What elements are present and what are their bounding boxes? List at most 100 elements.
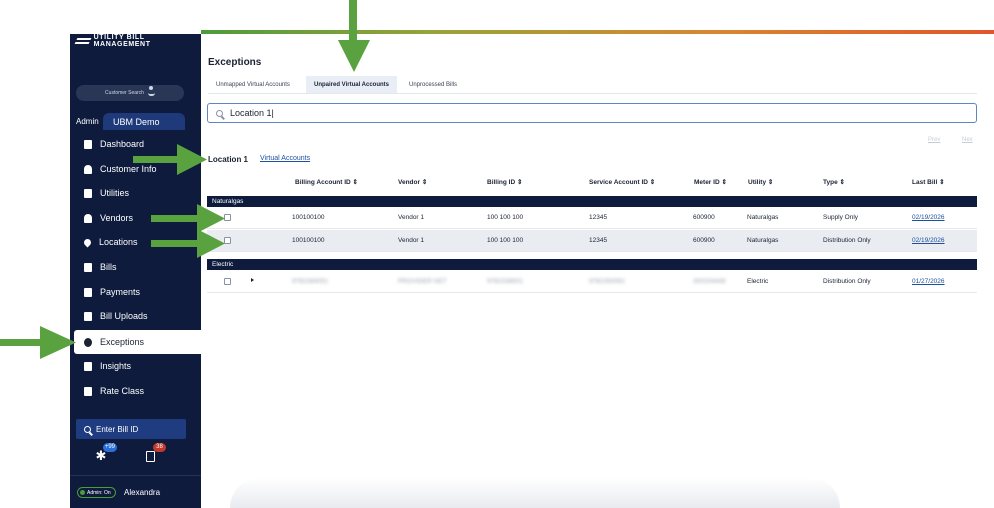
context-tab-ubm-demo[interactable]: UBM Demo: [103, 113, 185, 130]
sidebar-item-label: Payments: [100, 287, 141, 297]
tab-unmapped-virtual-accounts[interactable]: Unmapped Virtual Accounts: [208, 76, 298, 93]
location-title: Location 1: [208, 155, 249, 164]
cell-vendor: Vendor 1: [398, 237, 425, 244]
customer-search-button[interactable]: Customer Search: [76, 85, 184, 101]
cell-billing-id: 100 100 100: [487, 237, 524, 244]
bottom-overlay: [230, 478, 840, 508]
column-header-last-bill[interactable]: Last Bill ⇕: [912, 178, 945, 186]
dashboard-icon: [84, 139, 92, 149]
virtual-accounts-link[interactable]: Virtual Accounts: [260, 155, 310, 162]
user-icon: [84, 164, 92, 174]
row-checkbox[interactable]: [224, 237, 231, 244]
cell-service-account-id: 12345: [589, 214, 608, 221]
cell-meter-id: 300204448: [693, 278, 726, 285]
arrow-right-annotation: [151, 229, 225, 258]
bills-icon: [84, 262, 92, 272]
upload-icon: [84, 311, 92, 321]
vendors-icon: [84, 213, 92, 223]
sidebar-item-label: Bills: [100, 262, 117, 272]
cell-vendor: Vendor 1: [398, 214, 425, 221]
column-header-billing-id[interactable]: Billing ID ⇕: [487, 178, 522, 186]
sidebar-item-utilities[interactable]: Utilities: [70, 181, 201, 205]
notification-badge: +99: [102, 443, 117, 452]
row-checkbox[interactable]: [224, 278, 231, 285]
cell-billing-id: 9782338001: [487, 278, 524, 285]
cell-billing-id: 100 100 100: [487, 214, 524, 221]
user-search-icon: [147, 86, 155, 96]
alert-icon: [84, 337, 92, 347]
brand-header: UTILITY BILL MANAGEMENT: [70, 34, 201, 48]
cell-meter-id: 600900: [693, 214, 715, 221]
cell-billing-account-id: 9782384051: [292, 278, 329, 285]
cell-service-account-id: 12345: [589, 237, 608, 244]
notification-asterisk[interactable]: ✱ +99: [92, 443, 117, 464]
search-icon: [84, 425, 91, 433]
sidebar-item-bill-uploads[interactable]: Bill Uploads: [70, 304, 201, 328]
admin-status: Admin: On: [87, 489, 111, 496]
location-search-input[interactable]: [230, 108, 530, 118]
rate-class-icon: [84, 386, 92, 396]
search-icon: [216, 109, 223, 117]
cell-type: Supply Only: [823, 214, 859, 221]
expand-row-icon[interactable]: [251, 278, 254, 282]
arrow-down-annotation: [338, 0, 370, 72]
column-header-service-account-id[interactable]: Service Account ID ⇕: [589, 178, 655, 186]
table-row: 100100100 Vendor 1 100 100 100 12345 600…: [207, 207, 977, 229]
cell-billing-account-id: 100100100: [292, 214, 325, 221]
insights-icon: [84, 361, 92, 371]
status-dot: [80, 490, 85, 495]
sidebar-item-insights[interactable]: Insights: [70, 354, 201, 378]
sidebar-item-label: Locations: [99, 237, 138, 247]
utilities-icon: [84, 188, 92, 198]
tab-unpaired-virtual-accounts[interactable]: Unpaired Virtual Accounts: [306, 76, 398, 93]
column-header-vendor[interactable]: Vendor ⇕: [398, 178, 427, 186]
customer-search-label: Customer Search: [105, 90, 144, 96]
column-header-meter-id[interactable]: Meter ID ⇕: [694, 178, 727, 186]
sidebar-item-label: Rate Class: [100, 386, 145, 396]
brand-name: UTILITY BILL MANAGEMENT: [93, 34, 151, 48]
location-pin-icon: [82, 237, 93, 247]
sidebar-item-payments[interactable]: Payments: [70, 280, 201, 304]
cell-service-account-id: 9782350061: [589, 278, 626, 285]
group-header-naturalgas: Naturalgas: [207, 196, 977, 207]
cell-utility: Naturalgas: [747, 237, 779, 244]
brand-gradient-bar: [201, 30, 994, 34]
sidebar-item-label: Exceptions: [100, 337, 145, 347]
bill-search-placeholder: Enter Bill ID: [96, 424, 139, 434]
pager-next[interactable]: Nex: [962, 137, 973, 143]
payments-icon: [84, 287, 92, 297]
exception-tabs: Unmapped Virtual Accounts Unpaired Virtu…: [208, 76, 977, 94]
user-name: Alexandra: [124, 488, 161, 497]
cell-last-bill-link[interactable]: 01/27/2026: [912, 278, 945, 285]
cell-vendor: PROVIDER NET: [398, 278, 447, 285]
page-title: Exceptions: [208, 57, 262, 68]
pager-prev[interactable]: Prev: [928, 137, 940, 143]
cell-last-bill-link[interactable]: 02/19/2026: [912, 237, 945, 244]
cell-type: Distribution Only: [823, 278, 871, 285]
sidebar-item-label: Bill Uploads: [100, 311, 148, 321]
sidebar-item-label: Vendors: [100, 213, 134, 223]
brand-logo-icon: [74, 38, 92, 44]
column-header-type[interactable]: Type ⇕: [823, 178, 845, 186]
table-row: 9782384051 PROVIDER NET 9782338001 97823…: [207, 271, 977, 293]
sidebar-item-rate-class[interactable]: Rate Class: [70, 379, 201, 403]
location-search[interactable]: [207, 103, 977, 123]
notification-bills[interactable]: 38: [141, 443, 166, 464]
table-row: 100100100 Vendor 1 100 100 100 12345 600…: [207, 230, 977, 252]
cell-last-bill-link[interactable]: 02/19/2026: [912, 214, 945, 221]
tab-unprocessed-bills[interactable]: Unprocessed Bills: [401, 76, 465, 93]
column-header-billing-account-id[interactable]: Billing Account ID ⇕: [295, 178, 358, 186]
bill-id-search[interactable]: Enter Bill ID: [76, 419, 186, 439]
column-header-utility[interactable]: Utility ⇕: [748, 178, 773, 186]
sidebar-item-label: Utilities: [100, 188, 130, 198]
cell-utility: Naturalgas: [747, 214, 779, 221]
row-checkbox[interactable]: [224, 214, 231, 221]
group-header-electric: Electric: [207, 259, 977, 270]
admin-mode-toggle[interactable]: Admin: On: [77, 487, 116, 498]
cell-type: Distribution Only: [823, 237, 871, 244]
bill-doc-icon: [145, 451, 155, 462]
arrow-right-annotation: [133, 144, 207, 175]
sidebar-item-exceptions[interactable]: Exceptions: [74, 330, 201, 354]
sidebar-divider: [70, 475, 201, 476]
cell-utility: Electric: [747, 278, 769, 285]
